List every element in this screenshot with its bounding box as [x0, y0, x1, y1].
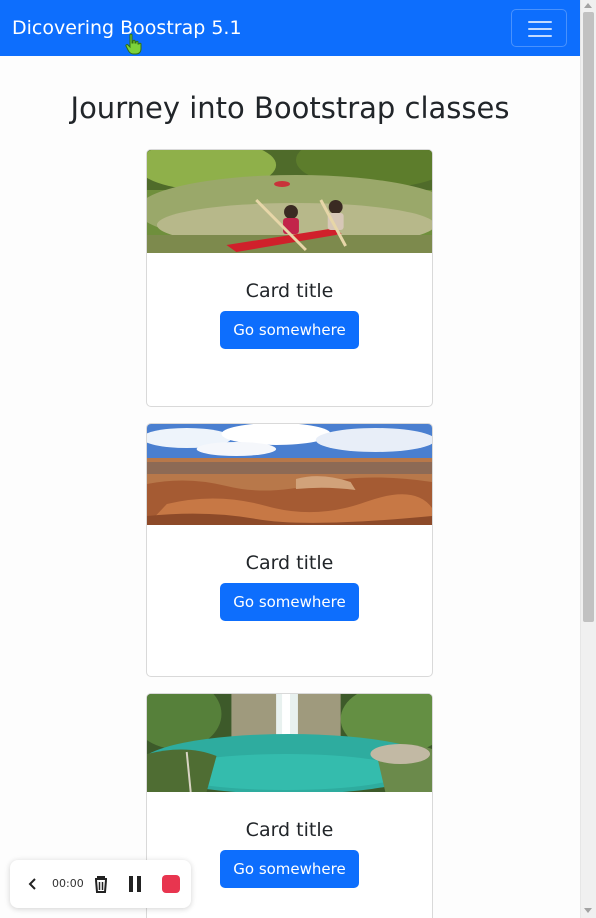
pause-icon[interactable] [127, 875, 143, 893]
scroll-down-arrow-icon[interactable] [584, 908, 592, 913]
page-title: Journey into Bootstrap classes [70, 91, 510, 125]
scroll-up-arrow-icon[interactable] [584, 3, 592, 8]
scroll-thumb[interactable] [583, 12, 594, 622]
card-title: Card title [245, 819, 334, 841]
card-body: Card title Go somewhere [147, 279, 432, 349]
recording-timer: 00:00 [52, 877, 84, 890]
card-title: Card title [245, 280, 334, 302]
hand-cursor-icon [125, 33, 142, 55]
browser-viewport: Dicovering Boostrap 5.1 Journey into Boo… [0, 0, 580, 918]
go-somewhere-button[interactable]: Go somewhere [220, 850, 359, 888]
card-body: Card title Go somewhere [147, 551, 432, 621]
kayaking-river-photo [147, 150, 432, 253]
navbar-toggler-button[interactable] [511, 9, 567, 47]
canyon-landscape-photo [147, 424, 432, 525]
waterfall-lagoon-photo [147, 694, 432, 792]
card: Card title Go somewhere [146, 149, 433, 407]
stop-icon[interactable] [162, 875, 180, 893]
go-somewhere-button[interactable]: Go somewhere [220, 311, 359, 349]
card: Card title Go somewhere [146, 423, 433, 677]
vertical-scrollbar[interactable] [580, 0, 596, 918]
go-somewhere-button[interactable]: Go somewhere [220, 583, 359, 621]
hamburger-menu-icon [528, 20, 552, 38]
trash-icon[interactable] [91, 874, 111, 894]
navbar: Dicovering Boostrap 5.1 [0, 0, 580, 56]
screen-recorder-toolbar: 00:00 [10, 860, 191, 908]
chevron-left-icon[interactable] [27, 877, 39, 891]
card-title: Card title [245, 552, 334, 574]
